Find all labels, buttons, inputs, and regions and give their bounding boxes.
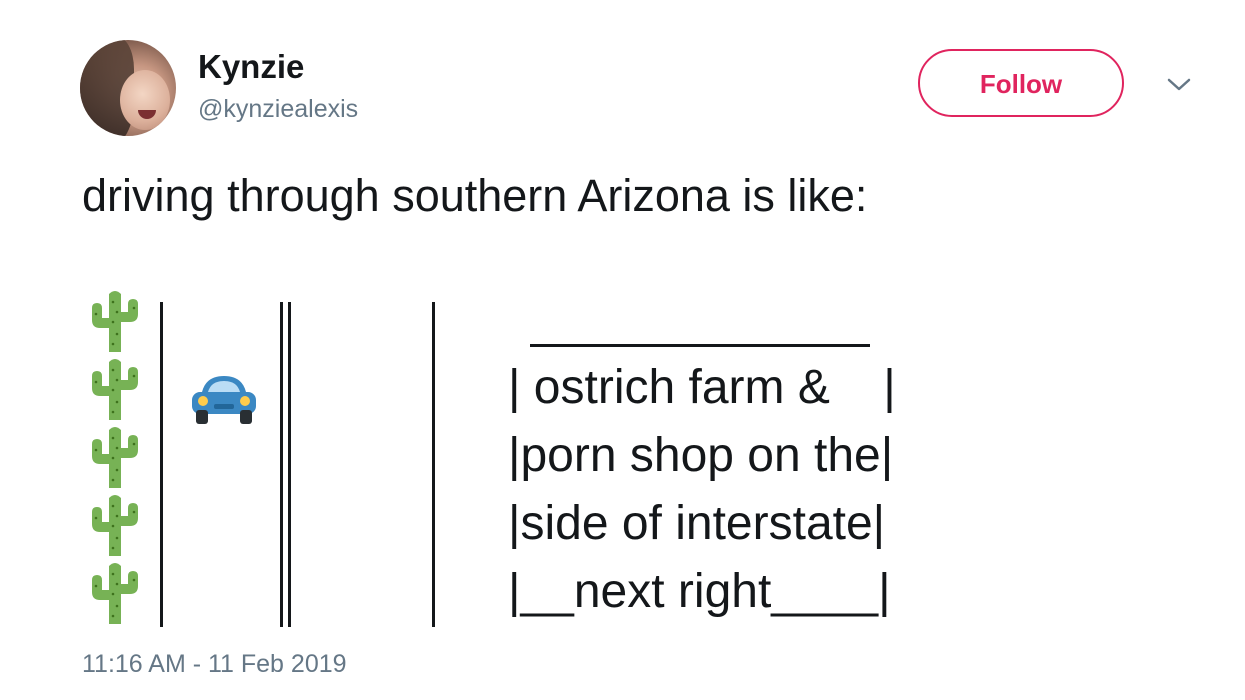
sign-top-border (530, 344, 870, 347)
ascii-art: | ostrich farm & | |porn shop on the| |s… (80, 288, 1080, 633)
sign-line-3: |side of interstate| (508, 497, 886, 550)
user-handle[interactable]: @kynziealexis (198, 95, 358, 124)
avatar[interactable] (80, 40, 176, 136)
cactus-icon (92, 495, 138, 556)
tweet-timestamp[interactable]: 11:16 AM - 11 Feb 2019 (82, 650, 347, 679)
tweet-text: driving through southern Arizona is like… (82, 170, 868, 221)
chevron-down-icon[interactable] (1166, 74, 1192, 94)
road-median-line (288, 302, 291, 627)
road-edge-line (432, 302, 435, 627)
cactus-icon (92, 291, 138, 352)
sign-line-4: |__next right____| (508, 565, 891, 618)
follow-button[interactable]: Follow (918, 49, 1124, 117)
road-median-line (280, 302, 283, 627)
cactus-icon (92, 359, 138, 420)
car-icon (192, 376, 256, 424)
user-name[interactable]: Kynzie (198, 48, 304, 86)
sign-line-2: |porn shop on the| (508, 429, 894, 482)
avatar-face (120, 70, 170, 130)
cactus-icon (92, 563, 138, 624)
road-edge-line (160, 302, 163, 627)
cactus-icon (92, 427, 138, 488)
sign-line-1: | ostrich farm & | (508, 361, 896, 414)
tweet-card: Kynzie @kynziealexis Follow driving thro… (0, 0, 1245, 700)
